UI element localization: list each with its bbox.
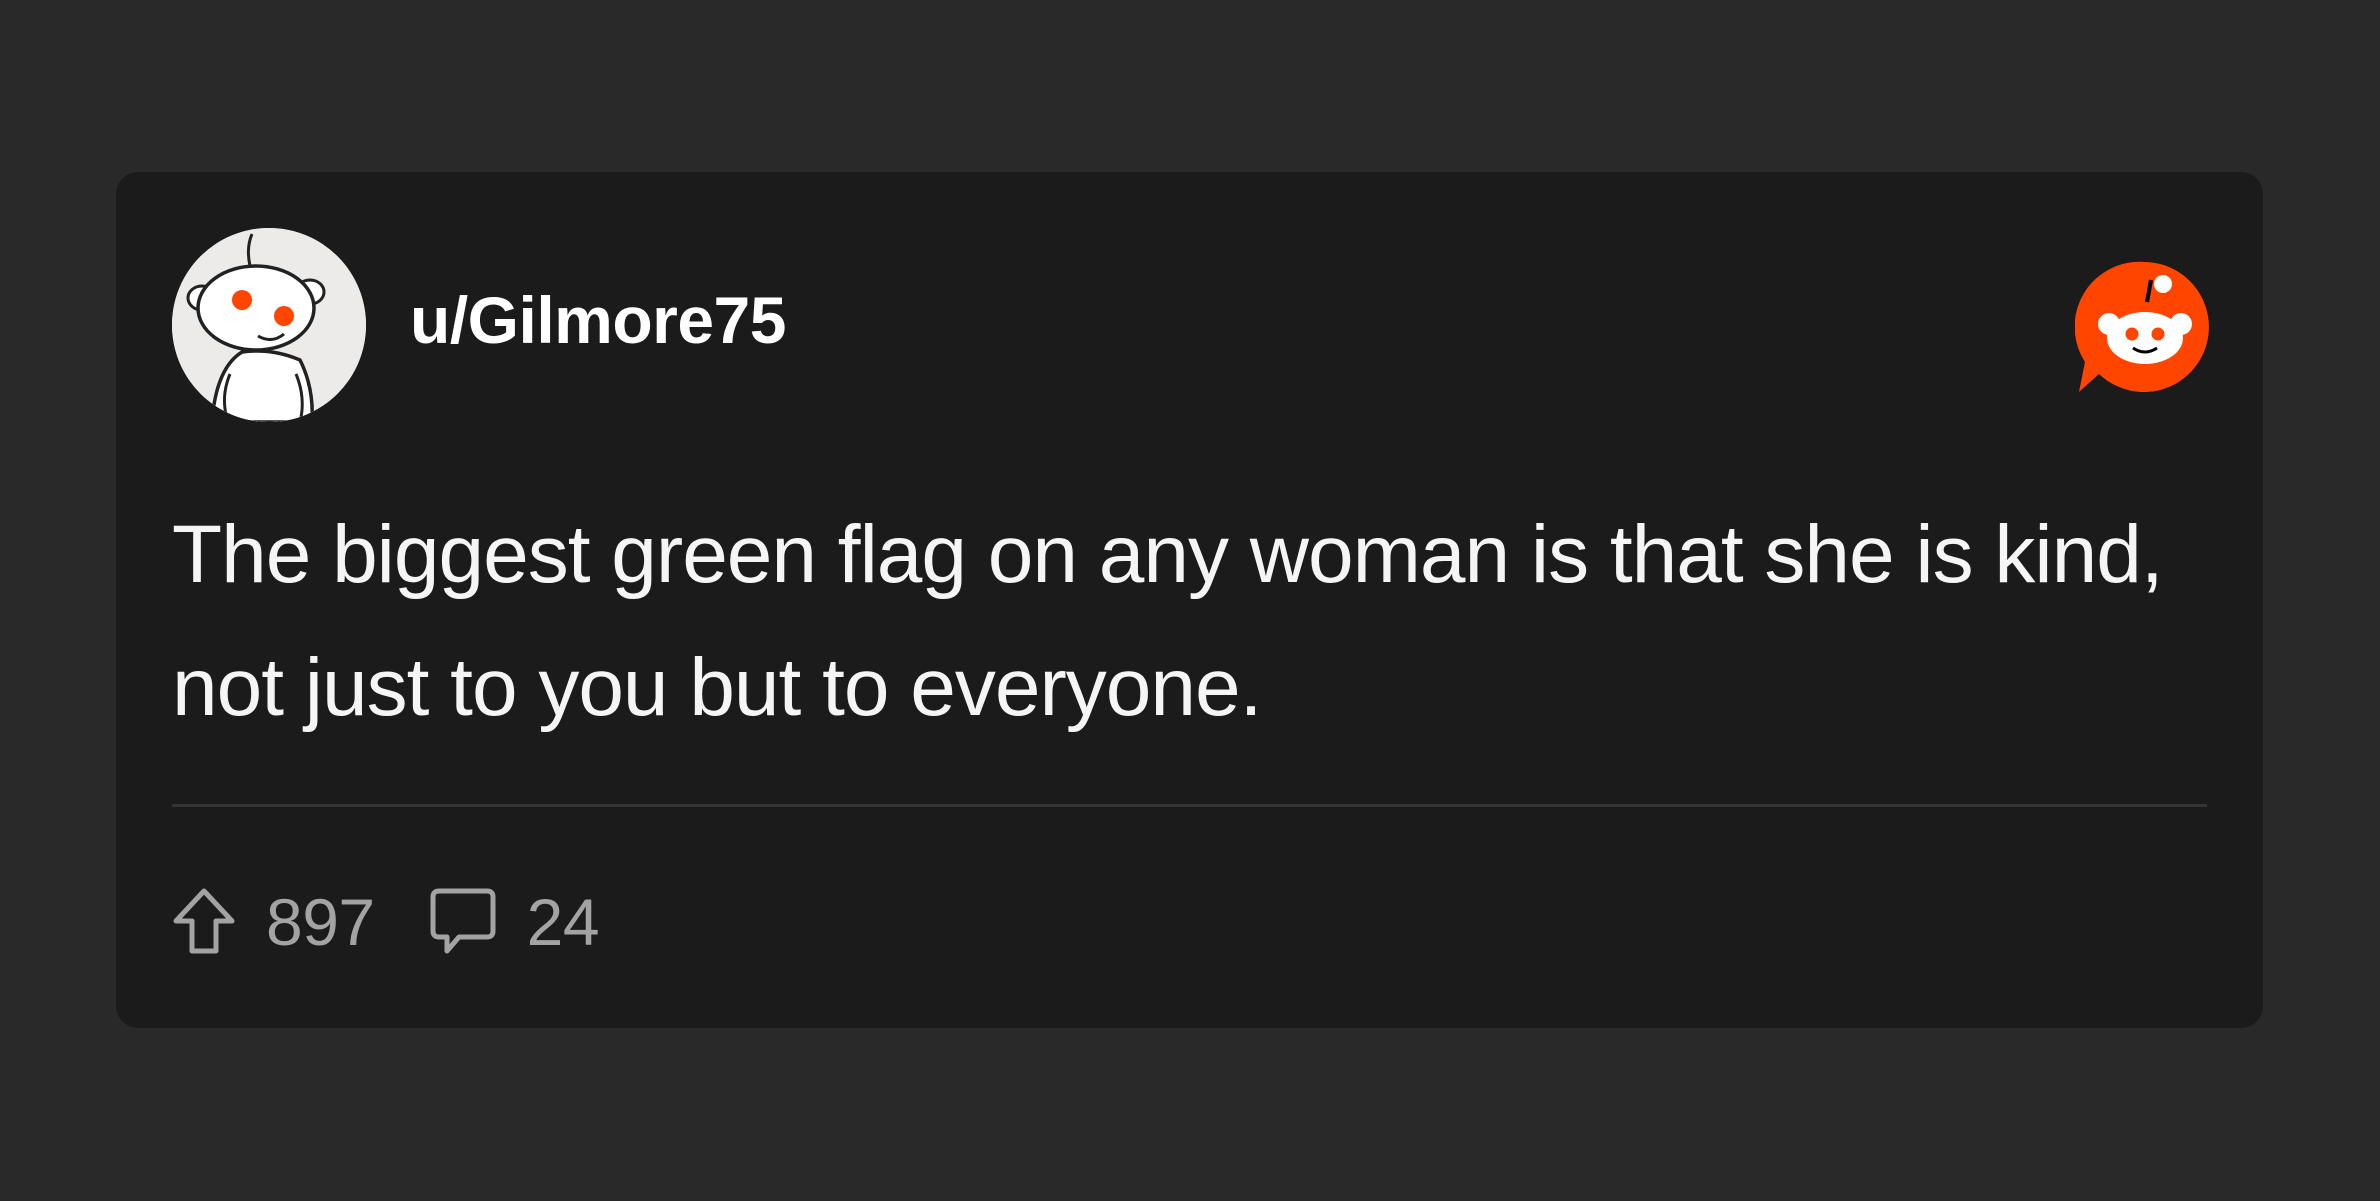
username[interactable]: u/Gilmore75 bbox=[410, 280, 786, 360]
upvote-count: 897 bbox=[266, 885, 375, 959]
comment-count: 24 bbox=[526, 885, 600, 959]
snoo-avatar-icon bbox=[172, 228, 366, 422]
reddit-logo-icon bbox=[2074, 258, 2215, 394]
upvote-arrow-icon[interactable] bbox=[172, 887, 236, 957]
post-card[interactable]: u/Gilmore75 The biggest green flag on an… bbox=[116, 172, 2263, 1028]
upvote-button[interactable]: 897 bbox=[172, 882, 375, 962]
post-actions: 897 24 bbox=[172, 872, 600, 972]
divider bbox=[172, 804, 2207, 807]
comments-button[interactable]: 24 bbox=[429, 882, 600, 962]
comment-bubble-icon[interactable] bbox=[429, 887, 497, 957]
user-avatar[interactable] bbox=[172, 228, 366, 422]
post-text: The biggest green flag on any woman is t… bbox=[172, 509, 2164, 733]
